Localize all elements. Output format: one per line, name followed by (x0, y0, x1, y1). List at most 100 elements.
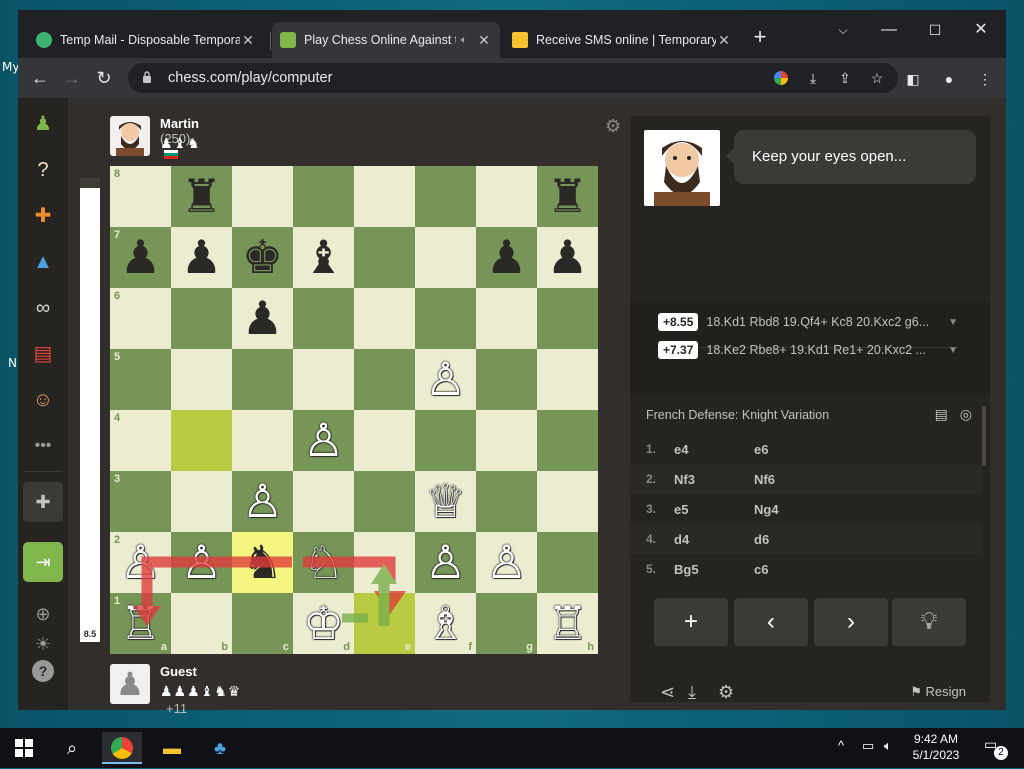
language-globe-icon[interactable]: ⊕ (29, 600, 57, 628)
piece-a1[interactable]: ♖ (110, 593, 171, 654)
square-g5[interactable] (476, 349, 537, 410)
close-tab-icon[interactable]: ✕ (716, 32, 732, 49)
square-c5[interactable] (232, 349, 293, 410)
desktop-label-fragment[interactable]: My (2, 60, 19, 74)
player-name[interactable]: Guest (160, 664, 197, 679)
opponent-avatar[interactable] (110, 116, 150, 156)
white-move[interactable]: Bg5 (674, 562, 699, 577)
expand-caret-icon[interactable]: ▼ (948, 345, 958, 356)
square-d8[interactable] (293, 166, 354, 227)
watch-binoculars-icon[interactable]: ∞ (29, 294, 57, 322)
reload-icon[interactable]: ↻ (90, 64, 118, 92)
white-move[interactable]: e5 (674, 502, 688, 517)
engine-line[interactable]: +7.37 18.Ke2 Rbe8+ 19.Kd1 Re1+ 20.Kxc2 .… (658, 338, 958, 362)
piece-d4[interactable]: ♙ (293, 410, 354, 471)
piece-d7[interactable]: ♝ (293, 227, 354, 288)
close-tab-icon[interactable]: ✕ (240, 32, 256, 49)
square-b3[interactable] (171, 471, 232, 532)
desktop-label-fragment[interactable]: N (8, 356, 17, 370)
piece-c2[interactable]: ♞ (232, 532, 293, 593)
piece-b2[interactable]: ♙ (171, 532, 232, 593)
hint-bulb-icon[interactable]: 💡︎ (892, 598, 966, 646)
square-h5[interactable] (537, 349, 598, 410)
opponent-name[interactable]: Martin (160, 116, 199, 131)
piece-f5[interactable]: ♙ (415, 349, 476, 410)
square-b5[interactable] (171, 349, 232, 410)
square-d6[interactable] (293, 288, 354, 349)
theme-brightness-icon[interactable]: ☀ (29, 630, 57, 658)
square-g3[interactable] (476, 471, 537, 532)
previous-move-icon[interactable]: ‹ (734, 598, 808, 646)
piece-f3[interactable]: ♕ (415, 471, 476, 532)
square-a8[interactable]: 8 (110, 166, 171, 227)
piece-a2[interactable]: ♙ (110, 532, 171, 593)
tab-temp-mail[interactable]: Temp Mail - Disposable Temporary Email ✕ (28, 22, 264, 58)
windows-start-icon[interactable] (4, 732, 44, 764)
forward-icon[interactable]: → (58, 64, 86, 92)
puzzles-piece-icon[interactable]: ✚ (29, 202, 57, 230)
system-clock[interactable]: 9:42 AM 5/1/2023 (900, 731, 972, 763)
piece-g2[interactable]: ♙ (476, 532, 537, 593)
square-g8[interactable] (476, 166, 537, 227)
maximize-icon[interactable]: ☐ (912, 16, 958, 44)
piece-b8[interactable]: ♜ (171, 166, 232, 227)
settings-gear-icon[interactable]: ⚙ (718, 682, 734, 703)
download-icon[interactable]: ⤓ (688, 682, 696, 703)
app-taskbar-icon[interactable]: ♣ (200, 732, 240, 764)
resign-button[interactable]: ⚑ Resign (910, 684, 966, 700)
news-icon[interactable]: ▤ (29, 340, 57, 368)
black-move[interactable]: e6 (754, 442, 768, 457)
piece-h7[interactable]: ♟ (537, 227, 598, 288)
square-a6[interactable]: 6 (110, 288, 171, 349)
square-d3[interactable] (293, 471, 354, 532)
speaker-icon[interactable]: 🔈︎ (456, 34, 472, 47)
square-e7[interactable] (354, 227, 415, 288)
piece-g7[interactable]: ♟ (476, 227, 537, 288)
piece-h1[interactable]: ♖ (537, 593, 598, 654)
book-icon[interactable]: ▤ (935, 406, 948, 422)
social-icon[interactable]: ☺ (29, 386, 57, 414)
learn-cap-icon[interactable]: ▲ (29, 248, 57, 276)
share-icon[interactable]: ⋖ (660, 682, 675, 703)
profile-icon[interactable]: ● (938, 68, 960, 90)
chess-board[interactable]: 8 7 6 5 4 3 2 1 a b c d e f g h ♜ ♜ ♟ ♟ ♚ ♝ ♟ ♟ ♟ ♙ ♙ ♙ ♕ ♙ ♙ ♞ ♘ ♙ ♙ ♖ ♔ ♗ ♖ (110, 166, 598, 654)
close-tab-icon[interactable]: ✕ (476, 32, 492, 49)
login-icon[interactable]: ⇥ (23, 542, 63, 582)
square-h6[interactable] (537, 288, 598, 349)
engine-line[interactable]: +8.55 18.Kd1 Rbd8 19.Qf4+ Kc8 20.Kxc2 g6… (658, 310, 958, 334)
board-settings-gear-icon[interactable]: ⚙ (605, 116, 621, 137)
share-icon[interactable]: ⇪ (834, 67, 856, 89)
square-g6[interactable] (476, 288, 537, 349)
volume-icon[interactable]: 🔈︎ (884, 738, 892, 754)
white-move[interactable]: e4 (674, 442, 688, 457)
close-window-icon[interactable]: ✕ (958, 16, 1004, 44)
square-b6[interactable] (171, 288, 232, 349)
square-h3[interactable] (537, 471, 598, 532)
notifications-icon[interactable]: ▭ 2 (984, 736, 1008, 760)
square-f7[interactable] (415, 227, 476, 288)
square-c4[interactable] (232, 410, 293, 471)
square-c8[interactable] (232, 166, 293, 227)
back-icon[interactable]: ← (26, 64, 54, 92)
minimize-icon[interactable]: — (866, 16, 912, 44)
piece-a7[interactable]: ♟ (110, 227, 171, 288)
move-list-scrollbar[interactable] (982, 406, 986, 466)
square-c1[interactable]: c (232, 593, 293, 654)
black-move[interactable]: d6 (754, 532, 769, 547)
piece-h8[interactable]: ♜ (537, 166, 598, 227)
square-b1[interactable]: b (171, 593, 232, 654)
square-b4[interactable] (171, 410, 232, 471)
piece-c6[interactable]: ♟ (232, 288, 293, 349)
install-app-icon[interactable]: ⤓ (802, 67, 824, 89)
square-e8[interactable] (354, 166, 415, 227)
address-bar[interactable]: chess.com/play/computer ⤓ ⇪ ☆ (128, 63, 898, 93)
tab-receive-sms[interactable]: Receive SMS online | Temporary Phone ✕ (504, 22, 740, 58)
bookmark-star-icon[interactable]: ☆ (866, 67, 888, 89)
tab-chess[interactable]: Play Chess Online Against the Computer 🔈… (272, 22, 500, 58)
square-f4[interactable] (415, 410, 476, 471)
square-e2[interactable] (354, 532, 415, 593)
url-text[interactable]: chess.com/play/computer (168, 70, 332, 86)
piece-d2[interactable]: ♘ (293, 532, 354, 593)
google-lens-icon[interactable] (770, 67, 792, 89)
new-game-plus-icon[interactable]: + (654, 598, 728, 646)
